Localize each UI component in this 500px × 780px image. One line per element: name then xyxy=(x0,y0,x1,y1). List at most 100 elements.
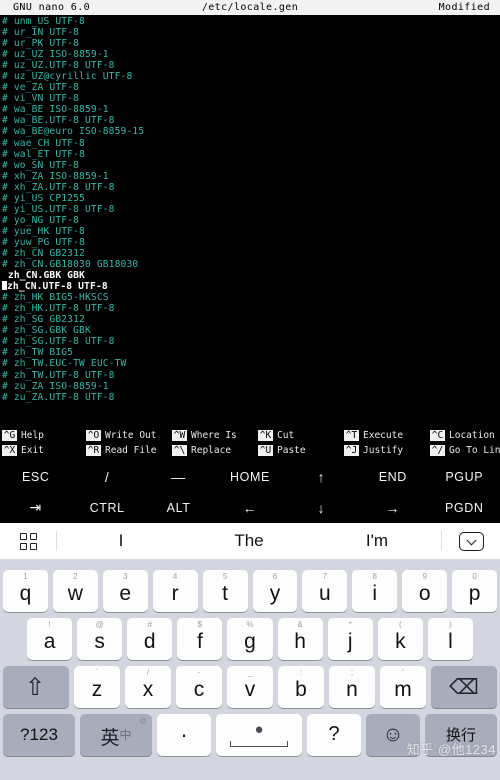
key-q[interactable]: 1q xyxy=(2,570,48,612)
key-g[interactable]: % g xyxy=(227,618,273,660)
extended-key-home[interactable]: HOME xyxy=(214,470,285,484)
extended-key-esc[interactable]: ESC xyxy=(0,470,71,484)
key-h[interactable]: & h xyxy=(277,618,323,660)
backspace-key[interactable]: ⌫ xyxy=(431,666,497,708)
suggestion-word-2[interactable]: The xyxy=(185,531,313,551)
suggestion-word-3[interactable]: I'm xyxy=(313,531,441,551)
extended-key-pgup[interactable]: PGUP xyxy=(429,470,500,484)
editor-line[interactable]: # wa_BE@euro ISO-8859-15 xyxy=(2,126,500,137)
key-d[interactable]: # d xyxy=(127,618,173,660)
editor-line[interactable]: # zh_HK BIG5-HKSCS xyxy=(2,292,500,303)
key-b[interactable]: :b xyxy=(278,666,324,708)
key-f[interactable]: $ f xyxy=(177,618,223,660)
question-mark-key[interactable]: ? xyxy=(307,713,361,756)
extended-key-end[interactable]: END xyxy=(357,470,428,484)
key-p[interactable]: 0p xyxy=(452,570,498,612)
collapse-keyboard-button[interactable] xyxy=(442,531,500,551)
editor-line[interactable]: # wa_BE.UTF-8 UTF-8 xyxy=(2,115,500,126)
enter-key[interactable]: 换行 xyxy=(425,713,497,756)
editor-line[interactable]: # wa_BE ISO-8859-1 xyxy=(2,104,500,115)
editor-line[interactable]: # xh_ZA ISO-8859-1 xyxy=(2,171,500,182)
key-v[interactable]: _ v xyxy=(227,666,273,708)
extended-key-←[interactable]: ← xyxy=(214,500,285,516)
editor-line[interactable]: # vi_VN UTF-8 xyxy=(2,93,500,104)
key-a[interactable]: ! a xyxy=(27,618,73,660)
key-x[interactable]: / x xyxy=(125,666,171,708)
extended-key-alt[interactable]: ALT xyxy=(143,501,214,515)
key-n[interactable]: ; n xyxy=(329,666,375,708)
extended-key-↑[interactable]: ↑ xyxy=(286,469,357,485)
editor-line[interactable]: # yi_US CP1255 xyxy=(2,193,500,204)
editor-line[interactable]: zh_CN.GBK GBK xyxy=(2,270,500,281)
editor-line[interactable]: # zh_SG.GBK GBK xyxy=(2,325,500,336)
key-r[interactable]: 4r xyxy=(152,570,198,612)
key-l[interactable]: ) l xyxy=(427,618,473,660)
editor-line[interactable]: # zh_TW.UTF-8 UTF-8 xyxy=(2,370,500,381)
nano-shortcut-paste[interactable]: ^U Paste xyxy=(258,445,344,456)
editor-line[interactable]: # zh_HK.UTF-8 UTF-8 xyxy=(2,303,500,314)
editor-line[interactable]: # uz_UZ@cyrillic UTF-8 xyxy=(2,71,500,82)
key-y[interactable]: 6y xyxy=(252,570,298,612)
editor-line[interactable]: # wo_SN UTF-8 xyxy=(2,160,500,171)
key-o[interactable]: 9o xyxy=(402,570,448,612)
editor-line[interactable]: # yue_HK UTF-8 xyxy=(2,226,500,237)
emoji-key[interactable]: ☺ xyxy=(366,713,420,756)
nano-shortcut-replace[interactable]: ^\ Replace xyxy=(172,445,258,456)
numeric-symbols-key[interactable]: ?123 xyxy=(3,713,75,756)
key-s[interactable]: @ s xyxy=(77,618,123,660)
extended-key-→[interactable]: → xyxy=(357,500,428,516)
editor-line[interactable]: # wal_ET UTF-8 xyxy=(2,149,500,160)
nano-shortcut-go-to-line[interactable]: ^/ Go To Line xyxy=(430,445,500,456)
editor-line[interactable]: # unm_US UTF-8 xyxy=(2,16,500,27)
nano-shortcut-execute[interactable]: ^T Execute xyxy=(344,430,430,441)
key-u[interactable]: 7u xyxy=(302,570,348,612)
nano-shortcut-exit[interactable]: ^X Exit xyxy=(0,445,86,456)
extended-key-pgdn[interactable]: PGDN xyxy=(429,501,500,515)
key-c[interactable]: -c xyxy=(176,666,222,708)
nano-shortcut-cut[interactable]: ^K Cut xyxy=(258,430,344,441)
keyboard-grid-button[interactable] xyxy=(0,532,56,550)
extended-key-/[interactable]: / xyxy=(71,469,142,485)
key-i[interactable]: 8i xyxy=(352,570,398,612)
key-w[interactable]: 2w xyxy=(52,570,98,612)
editor-line[interactable]: # uz_UZ ISO-8859-1 xyxy=(2,49,500,60)
extended-key-⇥[interactable]: ⇥ xyxy=(0,499,71,516)
period-key[interactable]: · xyxy=(157,713,211,756)
extended-key-—[interactable]: — xyxy=(143,469,214,485)
editor-line[interactable]: # yi_US.UTF-8 UTF-8 xyxy=(2,204,500,215)
editor-line[interactable]: # zh_TW BIG5 xyxy=(2,347,500,358)
nano-shortcut-location[interactable]: ^C Location xyxy=(430,430,500,441)
language-switch-key[interactable]: ⚙ 英 中 xyxy=(80,713,152,756)
editor-line[interactable]: # zh_SG GB2312 xyxy=(2,314,500,325)
editor-line[interactable]: # ur_PK UTF-8 xyxy=(2,38,500,49)
editor-line[interactable]: # wae_CH UTF-8 xyxy=(2,138,500,149)
editor-line[interactable]: # ve_ZA UTF-8 xyxy=(2,82,500,93)
suggestion-word-1[interactable]: I xyxy=(57,531,185,551)
key-e[interactable]: 3e xyxy=(102,570,148,612)
editor-line[interactable]: # xh_ZA.UTF-8 UTF-8 xyxy=(2,182,500,193)
editor-line[interactable]: # ur_IN UTF-8 xyxy=(2,27,500,38)
nano-shortcut-where-is[interactable]: ^W Where Is xyxy=(172,430,258,441)
key-k[interactable]: (k xyxy=(377,618,423,660)
editor-line[interactable]: # zh_SG.UTF-8 UTF-8 xyxy=(2,336,500,347)
nano-shortcut-justify[interactable]: ^J Justify xyxy=(344,445,430,456)
key-t[interactable]: 5t xyxy=(202,570,248,612)
extended-key-↓[interactable]: ↓ xyxy=(286,500,357,516)
key-j[interactable]: * j xyxy=(327,618,373,660)
editor-line[interactable]: # zh_CN.GB18030 GB18030 xyxy=(2,259,500,270)
key-m[interactable]: ' m xyxy=(380,666,426,708)
key-z[interactable]: ` z xyxy=(74,666,120,708)
nano-editor-body[interactable]: # unm_US UTF-8 # ur_IN UTF-8 # ur_PK UTF-8… xyxy=(0,15,500,425)
nano-shortcut-write-out[interactable]: ^O Write Out xyxy=(86,430,172,441)
shift-key[interactable] xyxy=(3,666,69,708)
extended-key-ctrl[interactable]: CTRL xyxy=(71,501,142,515)
nano-shortcut-read-file[interactable]: ^R Read File xyxy=(86,445,172,456)
editor-line[interactable]: # zh_TW.EUC-TW EUC-TW xyxy=(2,358,500,369)
editor-line[interactable]: # zh_CN GB2312 xyxy=(2,248,500,259)
editor-line[interactable]: # uz_UZ.UTF-8 UTF-8 xyxy=(2,60,500,71)
editor-line[interactable]: zh_CN.UTF-8 UTF-8 xyxy=(2,281,500,292)
editor-line[interactable]: # yo_NG UTF-8 xyxy=(2,215,500,226)
editor-line[interactable]: # zu_ZA ISO-8859-1 xyxy=(2,381,500,392)
nano-shortcut-help[interactable]: ^G Help xyxy=(0,430,86,441)
editor-line[interactable]: # zu_ZA.UTF-8 UTF-8 xyxy=(2,392,500,403)
